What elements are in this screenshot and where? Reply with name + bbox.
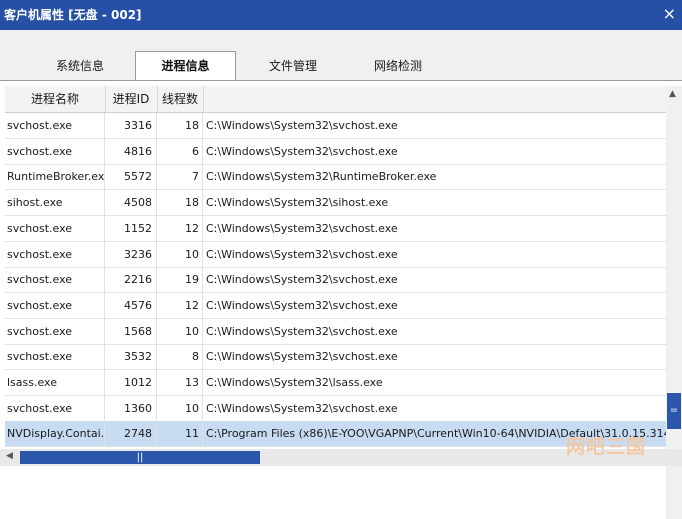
horizontal-scroll-thumb[interactable]: || [20,451,260,464]
cell-process-id: 5572 [105,164,157,190]
scroll-left-icon[interactable]: ◀ [6,451,13,461]
cell-thread-count: 10 [157,241,203,267]
scroll-up-icon[interactable]: ▲ [669,89,676,99]
cell-process-name: sihost.exe [5,190,105,216]
cell-path: C:\Windows\System32\svchost.exe [206,119,398,132]
tab-strip: 系统信息 进程信息 文件管理 网络检测 [0,30,682,81]
cell-path: C:\Windows\System32\svchost.exe [206,144,398,158]
cell-path: C:\Windows\System32\RuntimeBroker.exe [206,170,437,184]
table-row[interactable]: svchost.exe 1152 12 C:\Windows\System32\svc… [5,215,666,242]
tab-file-manager[interactable]: 文件管理 [243,56,343,80]
column-header-thread-count[interactable]: 线程数 [157,86,204,112]
tab-system-info[interactable]: 系统信息 [30,56,130,80]
tab-network-check[interactable]: 网络检测 [348,56,448,80]
tab-label: 网络检测 [373,59,422,73]
cell-thread-count: 10 [157,395,203,421]
cell-path: C:\Windows\System32\svchost.exe [206,324,398,338]
cell-path: C:\Windows\System32\svchost.exe [206,350,398,364]
cell-thread-count: 18 [157,190,203,216]
cell-process-id: 2216 [105,267,157,293]
tab-label: 进程信息 [161,59,210,73]
close-icon[interactable]: × [663,4,676,23]
column-header-path[interactable] [203,86,666,112]
table-row[interactable]: svchost.exe 1568 10 C:\Windows\System32\svc… [5,318,666,345]
table-row[interactable]: svchost.exe 4816 6 C:\Windows\System32\svch… [5,138,666,165]
cell-thread-count: 10 [157,318,203,344]
tab-process-info[interactable]: 进程信息 [135,51,236,81]
cell-path: C:\Windows\System32\svchost.exe [206,273,398,287]
cell-process-id: 1568 [105,318,157,344]
cell-thread-count: 12 [157,292,203,318]
cell-process-id: 4816 [105,138,157,164]
cell-process-name: svchost.exe [5,113,105,138]
cell-path: C:\Windows\System32\lsass.exe [206,376,383,389]
cell-process-name: svchost.exe [5,138,105,164]
cell-process-name: svchost.exe [5,241,105,267]
cell-process-name: svchost.exe [5,318,105,344]
cell-thread-count: 19 [157,267,203,293]
cell-process-id: 1360 [105,395,157,421]
cell-thread-count: 8 [157,344,203,370]
cell-process-id: 4508 [105,190,157,216]
table-row[interactable]: svchost.exe 3316 18 C:\Windows\System32\svc… [5,113,666,139]
window-title: 客户机属性 [无盘 - 002] [4,8,142,22]
watermark-logo: 网吧三国 [566,436,647,458]
cell-process-name: svchost.exe [5,292,105,318]
tab-label: 文件管理 [268,59,317,73]
table-row[interactable]: svchost.exe 4576 12 C:\Windows\System32\svc… [5,292,666,319]
cell-process-name: NVDisplay.Contai... [5,421,105,447]
cell-thread-count: 18 [157,113,203,138]
cell-process-name: svchost.exe [5,344,105,370]
cell-path: C:\Windows\System32\svchost.exe [206,221,398,235]
column-header-process-id[interactable]: 进程ID [105,86,158,112]
cell-thread-count: 11 [157,421,203,447]
table-row[interactable]: svchost.exe 2216 19 C:\Windows\System32\svc… [5,267,666,294]
list-header: 进程名称 进程ID 线程数 [5,86,666,113]
cell-path: C:\Windows\System32\svchost.exe [206,247,398,261]
column-header-process-name[interactable]: 进程名称 [5,86,106,112]
cell-process-name: svchost.exe [5,215,105,241]
cell-thread-count: 6 [157,138,203,164]
cell-process-id: 3236 [105,241,157,267]
vertical-scroll-thumb[interactable]: = [667,393,681,429]
cell-process-name: RuntimeBroker.exe [5,164,105,190]
title-bar: 客户机属性 [无盘 - 002] × [0,0,682,30]
table-row[interactable]: svchost.exe 3236 10 C:\Windows\System32\svc… [5,241,666,268]
table-row[interactable]: lsass.exe 1012 13 C:\Windows\System32\lsass… [5,370,666,396]
table-row[interactable]: svchost.exe 3532 8 C:\Windows\System32\svch… [5,344,666,371]
cell-process-id: 4576 [105,292,157,318]
cell-process-id: 2748 [105,421,157,447]
cell-process-id: 1012 [105,370,157,395]
cell-thread-count: 7 [157,164,203,190]
cell-process-id: 3532 [105,344,157,370]
table-row[interactable]: RuntimeBroker.exe 5572 7 C:\Windows\System3… [5,164,666,191]
cell-process-name: lsass.exe [5,370,105,395]
table-row[interactable]: svchost.exe 1360 10 C:\Windows\System32\svc… [5,395,666,422]
cell-thread-count: 12 [157,215,203,241]
cell-thread-count: 13 [157,370,203,395]
cell-path: C:\Windows\System32\svchost.exe [206,298,398,312]
cell-process-name: svchost.exe [5,267,105,293]
cell-path: C:\Windows\System32\svchost.exe [206,401,398,415]
process-list[interactable]: 进程名称 进程ID 线程数 svchost.exe 3316 18 C:\Window… [0,80,682,519]
cell-process-id: 1152 [105,215,157,241]
table-row[interactable]: sihost.exe 4508 18 C:\Windows\System32\siho… [5,190,666,217]
cell-path: C:\Windows\System32\sihost.exe [206,196,389,210]
cell-process-id: 3316 [105,113,157,138]
tab-label: 系统信息 [55,59,104,73]
cell-process-name: svchost.exe [5,395,105,421]
